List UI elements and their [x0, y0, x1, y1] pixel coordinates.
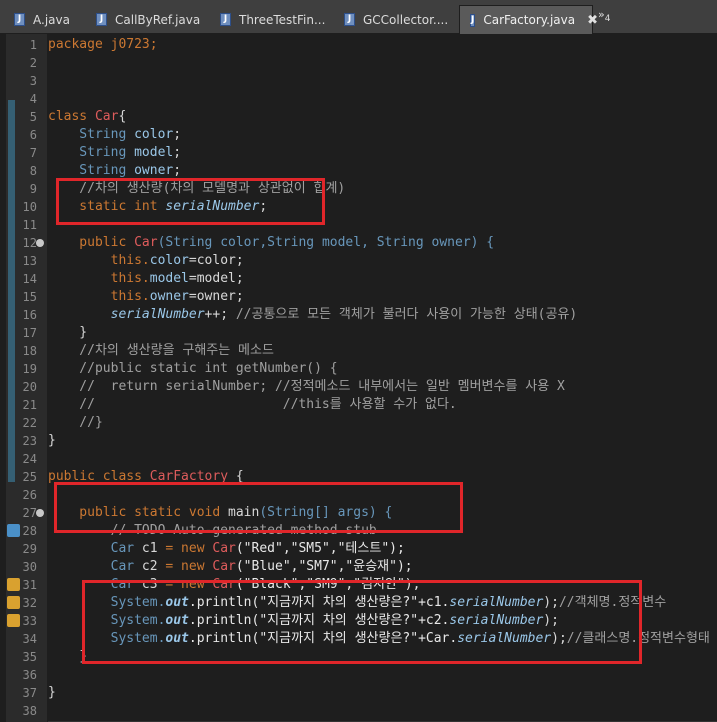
code-line-7: String model; — [48, 145, 182, 160]
line-number: 23 — [22, 434, 37, 448]
code-line-19: //public static int getNumber() { — [48, 361, 338, 376]
code-line-14: this.model=model; — [48, 271, 244, 286]
code-line-21: // //this를 사용할 수가 없다. — [48, 397, 457, 412]
tab-callbyref-java[interactable]: J CallByRef.java — [86, 5, 214, 34]
code-line-20: // return serialNumber; //정적메소드 내부에서는 일반… — [48, 379, 565, 394]
line-number: 26 — [22, 488, 37, 502]
line-number: 15 — [22, 290, 37, 304]
code-line-29: Car c1 = new Car("Red","SM5","테스트"); — [48, 541, 405, 556]
java-file-icon: J — [470, 13, 476, 27]
line-number: 30 — [22, 560, 37, 574]
line-number: 32 — [22, 596, 37, 610]
java-file-icon: J — [14, 13, 25, 26]
line-number: 11 — [22, 218, 37, 232]
line-number: 36 — [22, 668, 37, 682]
code-line-1: package j0723; — [48, 37, 158, 52]
tab-overflow-button[interactable]: »4 — [598, 8, 610, 24]
line-number: 16 — [22, 308, 37, 322]
line-number: 22 — [22, 416, 37, 430]
code-line-6: String color; — [48, 127, 182, 142]
line-number: 34 — [22, 632, 37, 646]
tab-threetestfin-java[interactable]: J ThreeTestFin... — [210, 5, 335, 34]
line-number: 20 — [22, 380, 37, 394]
code-line-22: //} — [48, 415, 103, 430]
line-number: 10 — [22, 200, 37, 214]
code-line-17: } — [48, 325, 88, 340]
line-number: 3 — [29, 74, 37, 88]
java-file-icon: J — [220, 13, 231, 26]
line-number: 33 — [22, 614, 37, 628]
minimize-button[interactable] — [713, 6, 717, 26]
code-line-18: //차의 생산량을 구해주는 메소드 — [48, 343, 274, 358]
line-number: 14 — [22, 272, 37, 286]
line-number: 25 — [22, 470, 37, 484]
code-line-15: this.owner=owner; — [48, 289, 244, 304]
line-number: 28 — [22, 524, 37, 538]
tab-label: ThreeTestFin... — [239, 12, 326, 27]
code-line-5: class Car{ — [48, 109, 127, 124]
line-number: 37 — [22, 686, 37, 700]
tab-a-java[interactable]: J A.java — [4, 5, 90, 34]
highlight-box-static-field — [56, 178, 325, 225]
tab-label: GCCollector.... — [363, 12, 449, 27]
line-number: 21 — [22, 398, 37, 412]
line-number: 19 — [22, 362, 37, 376]
line-number: 2 — [29, 56, 37, 70]
line-number: 29 — [22, 542, 37, 556]
highlight-box-main-method — [54, 482, 463, 533]
line-number: 7 — [29, 146, 37, 160]
tab-label: CarFactory.java — [483, 13, 576, 27]
tab-label: CallByRef.java — [115, 12, 201, 27]
chevron-double-right-icon: » — [598, 8, 605, 21]
line-number: 38 — [22, 704, 37, 718]
line-number: 18 — [22, 344, 37, 358]
line-number: 6 — [29, 128, 37, 142]
line-number: 13 — [22, 254, 37, 268]
line-number: 17 — [22, 326, 37, 340]
line-number: 1 — [29, 38, 37, 52]
line-number: 12 — [22, 236, 37, 250]
close-icon[interactable]: ✖ — [587, 13, 598, 28]
tab-label: A.java — [33, 12, 70, 27]
highlight-box-println-calls — [82, 580, 642, 664]
line-number: 8 — [29, 164, 37, 178]
code-line-23: } — [48, 433, 56, 448]
java-file-icon: J — [96, 13, 107, 26]
code-line-37: } — [48, 685, 56, 700]
code-line-30: Car c2 = new Car("Blue","SM7","윤승재"); — [48, 559, 413, 574]
line-number: 31 — [22, 578, 37, 592]
line-number: 9 — [29, 182, 37, 196]
overflow-count: 4 — [604, 14, 611, 25]
editor-tab-bar: J A.java J CallByRef.java J ThreeTestFin… — [0, 0, 717, 34]
tab-carfactory-java[interactable]: J CarFactory.java ✖ — [459, 5, 598, 34]
java-file-icon: J — [344, 13, 355, 26]
line-number: 27 — [22, 506, 37, 520]
line-number: 4 — [29, 92, 37, 106]
fold-toggle-icon[interactable] — [36, 509, 44, 517]
line-number: 35 — [22, 650, 37, 664]
code-editor[interactable]: 1 package j0723; 2 3 4 5 class Car{ 6 Stri… — [0, 34, 717, 722]
tab-gccollector-java[interactable]: J GCCollector.... — [334, 5, 459, 34]
code-line-16: serialNumber++; //공통으로 모든 객체가 불러다 사용이 가능… — [110, 307, 578, 322]
code-line-12: public Car(String color,String model, St… — [48, 235, 495, 250]
line-number: 5 — [29, 110, 37, 124]
line-number: 24 — [22, 452, 37, 466]
fold-toggle-icon[interactable] — [36, 239, 44, 247]
code-line-13: this.color=color; — [48, 253, 244, 268]
